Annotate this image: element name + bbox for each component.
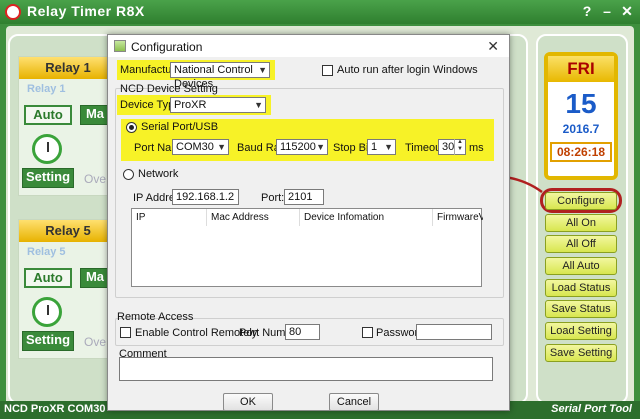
- configure-button[interactable]: Configure: [545, 192, 617, 210]
- column-header-device-info[interactable]: Device Infomation: [300, 209, 433, 226]
- all-auto-button[interactable]: All Auto: [545, 257, 617, 275]
- device-list-table[interactable]: IP Mac Address Device Infomation Firmwar…: [131, 208, 483, 287]
- dialog-close-button[interactable]: ✕: [487, 38, 499, 55]
- minimize-button[interactable]: –: [598, 3, 616, 19]
- status-device: NCD ProXR COM30: [4, 403, 106, 415]
- app-title: Relay Timer R8X: [27, 3, 145, 19]
- password-checkbox[interactable]: [362, 327, 373, 338]
- cancel-button[interactable]: Cancel: [329, 393, 379, 411]
- relay-name: Relay 1: [27, 83, 66, 95]
- auto-run-checkbox[interactable]: [322, 65, 333, 76]
- all-off-button[interactable]: All Off: [545, 235, 617, 253]
- relay-1-manual-button[interactable]: Ma: [80, 105, 110, 125]
- save-setting-button[interactable]: Save Setting: [545, 344, 617, 362]
- chevron-down-icon: ▼: [384, 142, 393, 152]
- spinner-arrows-icon[interactable]: ▲ ▼: [454, 139, 465, 155]
- calendar-widget: FRI 15 2016.7 08:26:18: [544, 52, 618, 180]
- column-header-mac[interactable]: Mac Address: [207, 209, 300, 226]
- device-type-select[interactable]: ProXR ▼: [170, 97, 266, 113]
- relay-5-setting-button[interactable]: Setting: [22, 331, 74, 351]
- ip-address-input[interactable]: 192.168.1.2: [172, 189, 239, 205]
- load-setting-button[interactable]: Load Setting: [545, 322, 617, 340]
- chevron-down-icon: ▼: [254, 100, 263, 110]
- port-name-value: COM30: [176, 141, 214, 153]
- status-tool-link[interactable]: Serial Port Tool: [551, 403, 632, 415]
- remote-access-title: Remote Access: [117, 311, 194, 323]
- calendar-day: FRI: [548, 56, 614, 82]
- password-input[interactable]: [416, 324, 492, 340]
- serial-port-radio[interactable]: [126, 122, 137, 133]
- relay-5-auto-button[interactable]: Auto: [24, 268, 72, 288]
- configuration-dialog: Configuration ✕ Manufacturer: National C…: [107, 34, 510, 411]
- relay-5-manual-button[interactable]: Ma: [80, 268, 110, 288]
- comment-textarea[interactable]: [119, 357, 493, 381]
- load-status-button[interactable]: Load Status: [545, 279, 617, 297]
- dialog-app-icon: [114, 40, 126, 52]
- manufacturer-select[interactable]: National Control Devices ▼: [170, 62, 270, 90]
- auto-run-label: Auto run after login Windows: [337, 64, 478, 76]
- relay-name: Relay 5: [27, 246, 66, 258]
- relay-1-setting-button[interactable]: Setting: [22, 168, 74, 188]
- baud-rate-value: 115200: [280, 141, 316, 153]
- port-number-value: 80: [289, 326, 302, 338]
- help-button[interactable]: ?: [578, 3, 596, 19]
- relay-5-override-label: Ove: [84, 335, 107, 349]
- calendar-date: 15: [565, 88, 597, 119]
- timeout-value: 30: [442, 141, 455, 153]
- title-bar: Relay Timer R8X ? – ✕: [0, 0, 640, 24]
- baud-rate-select[interactable]: 115200 ▼: [276, 139, 328, 155]
- dialog-title-bar: Configuration ✕: [108, 35, 509, 57]
- network-port-input[interactable]: 2101: [284, 189, 324, 205]
- chevron-down-icon: ▼: [217, 142, 226, 152]
- calendar-time: 08:26:18: [550, 142, 612, 162]
- ncd-group-title: NCD Device Setting: [120, 83, 218, 95]
- chevron-down-icon: ▼: [316, 142, 325, 152]
- ip-address-value: 192.168.1.2: [176, 191, 235, 203]
- stop-bits-select[interactable]: 1 ▼: [367, 139, 396, 155]
- column-header-ip[interactable]: IP: [132, 209, 207, 226]
- relay-1-override-label: Ove: [84, 172, 107, 186]
- relay-1-auto-button[interactable]: Auto: [24, 105, 72, 125]
- app-clock-icon: [5, 4, 21, 20]
- save-status-button[interactable]: Save Status: [545, 300, 617, 318]
- timeout-input[interactable]: 30 ▲ ▼: [438, 139, 466, 155]
- network-label: Network: [138, 168, 179, 180]
- close-app-button[interactable]: ✕: [618, 3, 636, 20]
- chevron-down-icon: ▼: [258, 65, 267, 75]
- timeout-unit: ms: [469, 142, 484, 154]
- relay-5-timer-icon: [32, 297, 62, 327]
- device-type-value: ProXR: [174, 99, 207, 111]
- stop-bits-value: 1: [371, 141, 378, 153]
- all-on-button[interactable]: All On: [545, 214, 617, 232]
- relay-header: Relay 1: [19, 57, 117, 79]
- port-name-select[interactable]: COM30 ▼: [172, 139, 229, 155]
- ok-button[interactable]: OK: [223, 393, 273, 411]
- dialog-title: Configuration: [131, 40, 203, 54]
- enable-remote-checkbox[interactable]: [120, 327, 131, 338]
- network-port-value: 2101: [288, 191, 313, 203]
- relay-header: Relay 5: [19, 220, 117, 242]
- network-port-label: Port:: [261, 192, 285, 204]
- column-header-firmware[interactable]: FirmwareVersic: [433, 209, 483, 226]
- port-number-input[interactable]: 80: [285, 324, 320, 340]
- relay-1-timer-icon: [32, 134, 62, 164]
- calendar-year-month: 2016.7: [562, 122, 600, 136]
- serial-port-label: Serial Port/USB: [141, 121, 219, 133]
- network-radio[interactable]: [123, 169, 134, 180]
